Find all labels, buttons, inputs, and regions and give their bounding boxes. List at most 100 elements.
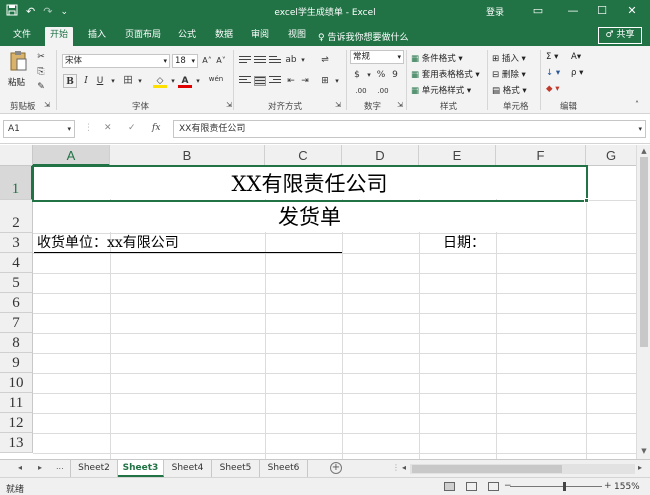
grow-font-button[interactable]: A˄ <box>200 54 214 68</box>
alignment-launcher-icon[interactable]: ⇲ <box>331 98 345 112</box>
percent-style-button[interactable]: % <box>374 68 388 82</box>
shrink-font-button[interactable]: A˅ <box>214 54 228 68</box>
sort-filter-button[interactable]: A▾ <box>571 52 581 62</box>
collapse-ribbon-icon[interactable]: ˄ <box>630 98 644 112</box>
tell-me-search[interactable]: ♀ 告诉我你想要做什么 <box>318 30 408 43</box>
row-header-5[interactable]: 5 <box>0 273 33 293</box>
row-header-7[interactable]: 7 <box>0 313 33 333</box>
fill-color-button[interactable]: ◇ <box>153 74 167 88</box>
row-header-4[interactable]: 4 <box>0 253 33 273</box>
prev-sheet-icon[interactable]: ◂ <box>18 463 22 472</box>
tab-formulas[interactable]: 公式 <box>173 27 201 46</box>
column-header-c[interactable]: C <box>265 145 342 166</box>
worksheet-grid[interactable]: A B C D E F G 1 2 3 4 5 6 7 8 9 10 11 12… <box>0 145 636 459</box>
font-color-dropdown-icon[interactable]: ▾ <box>191 74 205 88</box>
format-painter-icon[interactable]: ✎ <box>34 80 48 94</box>
close-button[interactable]: ✕ <box>622 2 642 20</box>
align-bottom-icon[interactable] <box>269 56 281 66</box>
column-header-g[interactable]: G <box>586 145 636 166</box>
more-sheets-button[interactable]: ... <box>56 462 64 471</box>
page-break-view-icon[interactable] <box>488 482 499 491</box>
sheet-tab-sheet6[interactable]: Sheet6 <box>260 460 308 477</box>
ribbon-display-options-icon[interactable]: ▭ <box>528 2 548 20</box>
scroll-left-icon[interactable]: ◂ <box>402 463 406 472</box>
align-left-icon[interactable] <box>239 76 251 86</box>
zoom-slider-thumb[interactable] <box>563 482 566 491</box>
login-link[interactable]: 登录 <box>486 5 504 18</box>
number-format-combo[interactable]: 常规 ▾ <box>350 50 404 64</box>
delete-cells-button[interactable]: ⊟ 删除 ▾ <box>492 68 526 80</box>
horizontal-scrollbar[interactable] <box>410 464 635 474</box>
font-size-combo[interactable]: 18 ▾ <box>172 54 198 68</box>
next-sheet-icon[interactable]: ▸ <box>38 463 42 472</box>
find-select-button[interactable]: ρ ▾ <box>571 68 583 78</box>
comma-style-button[interactable]: 9 <box>388 68 402 82</box>
underline-dropdown-icon[interactable]: ▾ <box>106 74 120 88</box>
column-header-f[interactable]: F <box>496 145 586 166</box>
scroll-up-icon[interactable]: ▲ <box>637 147 650 155</box>
row-header-1[interactable]: 1 <box>0 166 33 200</box>
row-header-11[interactable]: 11 <box>0 393 33 413</box>
font-color-button[interactable]: A <box>178 74 192 88</box>
column-header-e[interactable]: E <box>419 145 496 166</box>
increase-decimal-button[interactable]: .00 <box>352 84 370 98</box>
align-right-icon[interactable] <box>269 76 281 86</box>
tab-view[interactable]: 视图 <box>283 27 311 46</box>
copy-icon[interactable]: ⎘ <box>34 65 48 79</box>
tab-data[interactable]: 数据 <box>210 27 238 46</box>
zoom-slider-track[interactable] <box>510 486 602 487</box>
minimize-button[interactable]: — <box>563 2 583 20</box>
paste-button[interactable]: 粘贴 <box>8 50 30 90</box>
insert-function-button[interactable]: fx <box>152 123 160 133</box>
row-header-3[interactable]: 3 <box>0 233 33 253</box>
cancel-entry-button[interactable]: ✕ <box>104 123 112 133</box>
decrease-decimal-button[interactable]: .00 <box>374 84 392 98</box>
column-header-d[interactable]: D <box>342 145 419 166</box>
italic-button[interactable]: I <box>79 74 93 88</box>
sheet-tab-sheet2[interactable]: Sheet2 <box>70 460 118 477</box>
format-as-table-button[interactable]: ▦ 套用表格格式 ▾ <box>411 68 480 80</box>
number-launcher-icon[interactable]: ⇲ <box>393 98 407 112</box>
fill-handle[interactable] <box>584 198 589 203</box>
bold-button[interactable]: B <box>63 74 77 88</box>
tab-review[interactable]: 审阅 <box>246 27 274 46</box>
share-button[interactable]: ♂ 共享 <box>598 27 642 44</box>
cut-icon[interactable]: ✂ <box>34 50 48 64</box>
conditional-formatting-button[interactable]: ▦ 条件格式 ▾ <box>411 52 463 64</box>
clipboard-launcher-icon[interactable]: ⇲ <box>40 98 54 112</box>
vertical-scroll-thumb[interactable] <box>640 157 648 347</box>
format-cells-button[interactable]: ▤ 格式 ▾ <box>492 84 527 96</box>
align-center-icon[interactable] <box>254 76 266 86</box>
column-header-b[interactable]: B <box>110 145 265 166</box>
select-all-corner[interactable] <box>0 145 33 166</box>
orientation-dropdown-icon[interactable]: ▾ <box>296 53 310 67</box>
wrap-text-icon[interactable]: ⇌ <box>318 53 332 67</box>
formula-bar-splitter-icon[interactable]: ⋮ <box>84 123 93 133</box>
row-header-10[interactable]: 10 <box>0 373 33 393</box>
scroll-down-icon[interactable]: ▼ <box>637 447 650 455</box>
autosum-button[interactable]: Σ ▾ <box>546 52 558 62</box>
scroll-right-icon[interactable]: ▸ <box>638 463 642 472</box>
decrease-indent-icon[interactable]: ⇤ <box>284 74 298 88</box>
normal-view-icon[interactable] <box>444 482 455 491</box>
add-sheet-button[interactable]: + <box>330 462 342 474</box>
clear-button[interactable]: ◆ ▾ <box>546 84 560 94</box>
tab-page-layout[interactable]: 页面布局 <box>120 27 166 46</box>
enter-entry-button[interactable]: ✓ <box>128 123 136 133</box>
sheet-tab-sheet4[interactable]: Sheet4 <box>164 460 212 477</box>
vertical-scrollbar[interactable]: ▲ ▼ <box>636 145 650 459</box>
cell-styles-button[interactable]: ▦ 单元格样式 ▾ <box>411 84 471 96</box>
page-layout-view-icon[interactable] <box>466 482 477 491</box>
phonetic-guide-button[interactable]: wén <box>207 72 225 86</box>
insert-cells-button[interactable]: ⊞ 插入 ▾ <box>492 52 526 64</box>
row-header-2[interactable]: 2 <box>0 200 33 233</box>
maximize-button[interactable]: ☐ <box>592 2 612 20</box>
tab-home[interactable]: 开始 <box>45 27 74 46</box>
row-header-13[interactable]: 13 <box>0 433 33 453</box>
font-name-combo[interactable]: 宋体 ▾ <box>62 54 170 68</box>
sheet-tab-sheet5[interactable]: Sheet5 <box>212 460 260 477</box>
row-header-12[interactable]: 12 <box>0 413 33 433</box>
sheet-tab-sheet3[interactable]: Sheet3 <box>118 460 164 477</box>
zoom-level[interactable]: 155% <box>614 482 640 492</box>
increase-indent-icon[interactable]: ⇥ <box>298 74 312 88</box>
